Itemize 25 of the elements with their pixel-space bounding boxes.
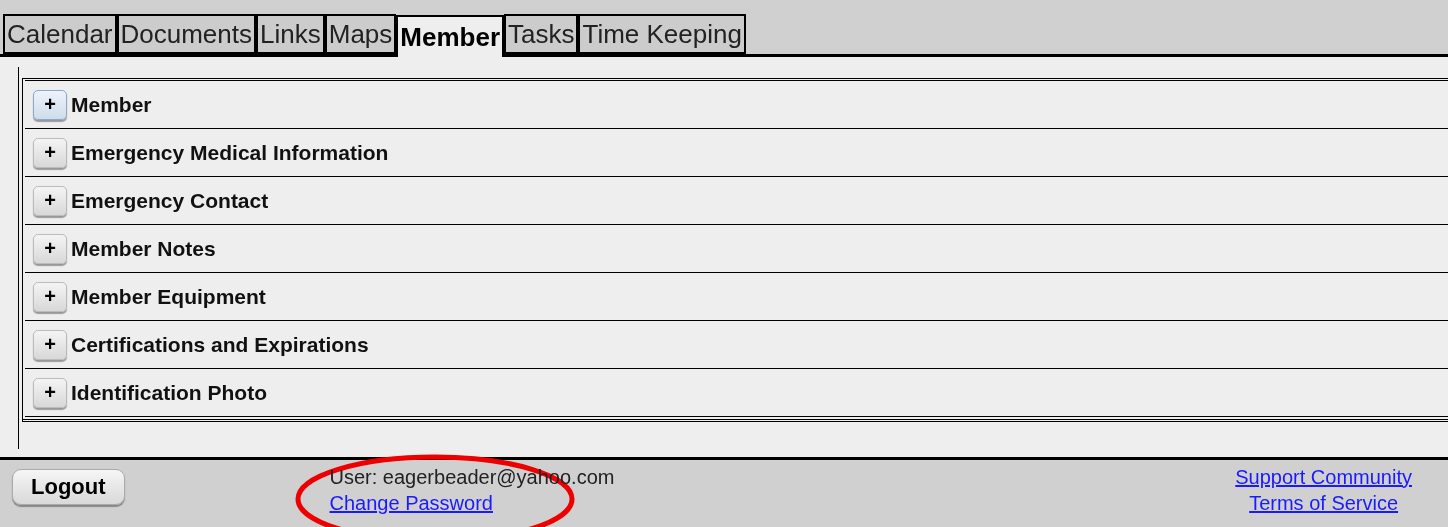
logout-button[interactable]: Logout xyxy=(12,469,125,505)
tab[interactable]: Time Keeping xyxy=(578,14,746,54)
tab[interactable]: Documents xyxy=(116,14,256,54)
tab[interactable]: Calendar xyxy=(3,14,117,54)
expand-button[interactable]: + xyxy=(33,281,67,312)
tab[interactable]: Maps xyxy=(324,14,397,54)
footer-link[interactable]: Support Community xyxy=(1235,464,1412,490)
tab[interactable]: Member xyxy=(396,15,504,57)
tab[interactable]: Links xyxy=(256,14,325,54)
section-title[interactable]: Member Equipment xyxy=(71,284,266,309)
footer-link[interactable]: Terms of Service xyxy=(1249,490,1399,516)
expand-button[interactable]: + xyxy=(33,185,67,216)
section-title[interactable]: Certifications and Expirations xyxy=(71,332,369,357)
expand-button[interactable]: + xyxy=(33,329,67,360)
section-title[interactable]: Emergency Contact xyxy=(71,188,269,213)
expand-button[interactable]: + xyxy=(33,89,67,120)
expand-button[interactable]: + xyxy=(33,137,67,168)
expand-button[interactable]: + xyxy=(33,233,67,264)
section-title[interactable]: Member Notes xyxy=(71,236,216,261)
change-password-link[interactable]: Change Password xyxy=(329,490,615,516)
section-title[interactable]: Member xyxy=(71,92,152,117)
expand-button[interactable]: + xyxy=(33,377,67,408)
tab[interactable]: Tasks xyxy=(504,14,579,54)
section-title[interactable]: Emergency Medical Information xyxy=(71,140,389,165)
section-title[interactable]: Identification Photo xyxy=(71,380,267,405)
